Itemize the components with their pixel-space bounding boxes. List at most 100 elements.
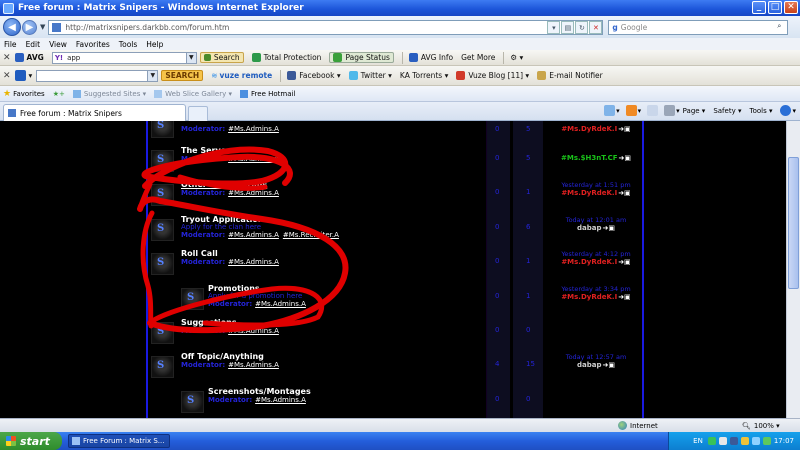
menu-view[interactable]: View: [49, 40, 67, 49]
menu-favorites[interactable]: Favorites: [76, 40, 110, 49]
ka-torrents-button[interactable]: KA Torrents ▾: [400, 71, 448, 80]
goto-last-post-icon[interactable]: ➜▣: [618, 258, 630, 266]
vuze-blog-button[interactable]: Vuze Blog [11] ▾: [456, 71, 529, 80]
moderator-link[interactable]: #Ms.Admins.A: [228, 125, 279, 133]
vuze-logo-button[interactable]: ▾: [14, 70, 32, 81]
address-url[interactable]: http://matrixsnipers.darkbb.com/forum.ht…: [65, 23, 546, 32]
avg-search-button[interactable]: Search: [199, 52, 244, 63]
close-toolbar-icon[interactable]: ✕: [3, 53, 11, 63]
moderator-link[interactable]: #Ms.Admins.A: [228, 189, 279, 197]
menu-edit[interactable]: Edit: [26, 40, 41, 49]
moderator-link[interactable]: #Ms.Admins.A: [228, 327, 279, 335]
page-scrollbar[interactable]: [786, 121, 800, 418]
forum-row[interactable]: Off Topic/AnythingModerator:#Ms.Admins.A…: [0, 346, 786, 380]
compat-view-button[interactable]: ▤: [561, 20, 575, 34]
moderator-link[interactable]: #Ms.Admins.A: [228, 231, 279, 239]
last-post-user[interactable]: #Ms.DyRdeK.I➜▣: [556, 293, 636, 301]
tray-icon[interactable]: [718, 437, 727, 445]
get-more-button[interactable]: Get More: [461, 53, 495, 62]
stop-button[interactable]: ✕: [589, 20, 603, 34]
home-icon[interactable]: [604, 105, 616, 116]
safety-menu[interactable]: Safety: [713, 107, 735, 115]
web-slice-gallery-link[interactable]: Web Slice Gallery ▾: [154, 89, 232, 98]
forum-name-link[interactable]: Other Clans/Scrims: [181, 180, 267, 189]
back-button[interactable]: ◀: [3, 18, 21, 36]
chevron-down-icon[interactable]: ▼: [185, 52, 196, 63]
moderator-link[interactable]: #Ms.Admins.A: [228, 155, 279, 163]
vuze-remote-button[interactable]: ≋ vuze remote: [211, 71, 272, 80]
vuze-search-input[interactable]: ▼: [36, 69, 159, 82]
close-window-button[interactable]: ✕: [784, 1, 798, 14]
recent-pages-dropdown[interactable]: ▼: [40, 23, 45, 31]
scrollbar-thumb[interactable]: [788, 157, 799, 289]
moderator-link[interactable]: #Ms.Recruiter.A: [283, 231, 339, 239]
facebook-button[interactable]: Facebook ▾: [287, 71, 341, 80]
suggested-sites-link[interactable]: Suggested Sites ▾: [72, 89, 146, 98]
forum-row[interactable]: SuggestionsModerator:#Ms.Admins.A 0 0: [0, 312, 786, 346]
goto-last-post-icon[interactable]: ➜▣: [618, 189, 630, 197]
moderator-link[interactable]: #Ms.Admins.A: [228, 258, 279, 266]
page-status-button[interactable]: Page Status: [329, 52, 394, 63]
last-post-user[interactable]: #Ms.DyRdeK.I➜▣: [556, 258, 636, 266]
vuze-search-button[interactable]: SEARCH: [161, 70, 204, 81]
tray-icon[interactable]: [740, 437, 749, 445]
menu-help[interactable]: Help: [146, 40, 163, 49]
start-button[interactable]: start: [0, 432, 62, 450]
email-notifier-button[interactable]: E-mail Notifier: [537, 71, 603, 80]
google-search-box[interactable]: g Google ⌕: [608, 19, 789, 35]
forum-row[interactable]: Roll CallModerator:#Ms.Admins.A 0 1 Yesterd…: [0, 243, 786, 277]
forum-name-link[interactable]: Off Topic/Anything: [181, 352, 264, 361]
last-post-user[interactable]: #Ms.$H3nT.CF➜▣: [556, 154, 636, 162]
refresh-button[interactable]: ↻: [575, 20, 589, 34]
language-indicator[interactable]: EN: [693, 437, 703, 445]
forum-name-link[interactable]: Roll Call: [181, 249, 218, 258]
read-mail-icon[interactable]: [647, 105, 659, 116]
forum-row[interactable]: Screenshots/MontagesModerator:#Ms.Admins…: [0, 381, 786, 415]
close-toolbar-icon[interactable]: ✕: [3, 71, 11, 81]
last-post-user[interactable]: dabap➜▣: [556, 224, 636, 232]
tray-icon[interactable]: [729, 437, 738, 445]
total-protection-button[interactable]: Total Protection: [251, 53, 321, 62]
forum-name-link[interactable]: The Servers: [181, 146, 235, 155]
print-icon[interactable]: [664, 105, 676, 116]
page-menu[interactable]: Page: [683, 107, 700, 115]
zoom-level[interactable]: 🔍︎ 100% ▾: [742, 422, 780, 430]
new-tab-button[interactable]: [188, 106, 208, 121]
minimize-button[interactable]: _: [752, 1, 766, 14]
free-hotmail-link[interactable]: Free Hotmail: [240, 89, 295, 98]
twitter-button[interactable]: Twitter ▾: [348, 71, 392, 80]
last-post-user[interactable]: dabap➜▣: [556, 361, 636, 369]
search-icon[interactable]: ⌕: [771, 21, 787, 34]
moderator-link[interactable]: #Ms.Admins.A: [255, 300, 306, 308]
menu-file[interactable]: File: [4, 40, 17, 49]
address-bar[interactable]: http://matrixsnipers.darkbb.com/forum.ht…: [48, 19, 604, 35]
rss-feeds-icon[interactable]: [625, 105, 637, 116]
avg-search-input[interactable]: Y! app ▼: [51, 51, 197, 64]
forum-row[interactable]: The ServersModerator:#Ms.Admins.A 0 5 #Ms.$…: [0, 140, 786, 174]
chevron-down-icon[interactable]: ▼: [147, 70, 158, 81]
forward-button[interactable]: ▶: [22, 19, 37, 35]
taskbar-ie-window-button[interactable]: Free Forum : Matrix S...: [68, 434, 170, 448]
tab-matrix-snipers[interactable]: Free forum : Matrix Snipers: [3, 104, 186, 121]
moderator-link[interactable]: #Ms.Admins.A: [228, 361, 279, 369]
tray-icon[interactable]: [707, 437, 716, 445]
network-icon[interactable]: [762, 437, 771, 445]
maximize-button[interactable]: □: [768, 1, 782, 14]
volume-icon[interactable]: [751, 437, 760, 445]
tools-menu[interactable]: Tools: [749, 107, 766, 115]
avg-logo[interactable]: AVG: [14, 53, 44, 62]
avg-settings-icon[interactable]: ⚙ ▾: [510, 53, 523, 62]
last-post-user[interactable]: #Ms.DyRdeK.I➜▣: [556, 125, 636, 133]
goto-last-post-icon[interactable]: ➜▣: [618, 293, 630, 301]
avg-info-button[interactable]: AVG Info: [408, 53, 453, 62]
moderator-link[interactable]: #Ms.Admins.A: [255, 396, 306, 404]
forum-name-link[interactable]: Suggestions: [181, 318, 237, 327]
forum-row[interactable]: PromotionsApply for a promotion hereMode…: [0, 278, 786, 312]
help-icon[interactable]: [780, 105, 792, 116]
add-favorites-icon[interactable]: ★+: [53, 90, 65, 98]
menu-tools[interactable]: Tools: [119, 40, 137, 49]
address-dropdown-button[interactable]: ▾: [547, 20, 561, 34]
goto-last-post-icon[interactable]: ➜▣: [603, 224, 615, 232]
forum-row[interactable]: Tryout ApplicationsApply for the clan he…: [0, 209, 786, 243]
last-post-user[interactable]: #Ms.DyRdeK.I➜▣: [556, 189, 636, 197]
